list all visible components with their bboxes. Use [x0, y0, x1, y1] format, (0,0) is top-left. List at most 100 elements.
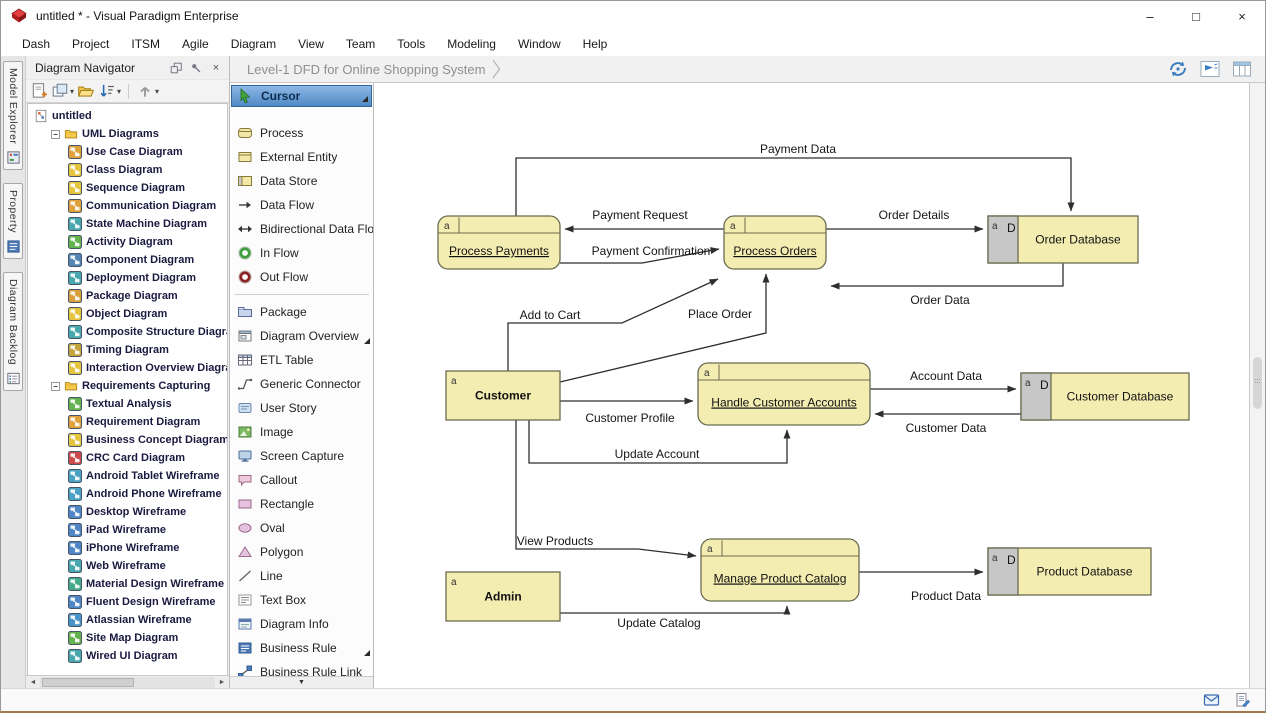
- menu-agile[interactable]: Agile: [171, 33, 220, 55]
- tree-item-ipad-wireframe[interactable]: iPad Wireframe: [28, 521, 227, 539]
- flow-payment-confirmation[interactable]: Payment Confirmation: [560, 244, 719, 263]
- tree-item-state-machine-diagram[interactable]: State Machine Diagram: [28, 215, 227, 233]
- flow-customer-data[interactable]: Customer Data: [875, 414, 1021, 435]
- tree-item-timing-diagram[interactable]: Timing Diagram: [28, 341, 227, 359]
- side-tab-property[interactable]: Property: [3, 183, 23, 259]
- hscroll-track[interactable]: [40, 677, 215, 688]
- datastore-order-database[interactable]: aDOrder Database: [988, 216, 1138, 263]
- palette-item-text-box[interactable]: Text Box: [230, 588, 373, 612]
- new-window-button[interactable]: [51, 82, 69, 100]
- tree-item-crc-card-diagram[interactable]: CRC Card Diagram: [28, 449, 227, 467]
- menu-project[interactable]: Project: [61, 33, 120, 55]
- new-diagram-button[interactable]: [30, 82, 48, 100]
- tree-item-class-diagram[interactable]: Class Diagram: [28, 161, 227, 179]
- flow-view-products[interactable]: View Products: [516, 420, 696, 556]
- tree-item-atlassian-wireframe[interactable]: Atlassian Wireframe: [28, 611, 227, 629]
- tree-item-iphone-wireframe[interactable]: iPhone Wireframe: [28, 539, 227, 557]
- vscroll-thumb[interactable]: [1253, 357, 1262, 409]
- tree-item-untitled[interactable]: untitled: [28, 107, 227, 125]
- process-process-payments[interactable]: aProcess Payments: [438, 216, 560, 269]
- palette-scroll-down[interactable]: ▼: [230, 676, 373, 688]
- layout-icon[interactable]: [1231, 58, 1253, 80]
- flow-customer-profile[interactable]: Customer Profile: [560, 401, 693, 425]
- tree-item-business-concept-diagram[interactable]: Business Concept Diagram: [28, 431, 227, 449]
- palette-item-data-store[interactable]: Data Store: [230, 169, 373, 193]
- tree-item-activity-diagram[interactable]: Activity Diagram: [28, 233, 227, 251]
- tree-item-package-diagram[interactable]: Package Diagram: [28, 287, 227, 305]
- tree-item-communication-diagram[interactable]: Communication Diagram: [28, 197, 227, 215]
- minimize-button[interactable]: –: [1127, 1, 1173, 31]
- tree-item-requirements-capturing[interactable]: −Requirements Capturing: [28, 377, 227, 395]
- float-icon[interactable]: [169, 61, 183, 75]
- navigator-hscrollbar[interactable]: ◄►: [26, 675, 229, 688]
- flow-payment-request[interactable]: Payment Request: [565, 208, 724, 229]
- tree-item-object-diagram[interactable]: Object Diagram: [28, 305, 227, 323]
- tree-item-sequence-diagram[interactable]: Sequence Diagram: [28, 179, 227, 197]
- palette-item-oval[interactable]: Oval: [230, 516, 373, 540]
- tree-item-composite-structure-diagram[interactable]: Composite Structure Diagram: [28, 323, 227, 341]
- tree-item-site-map-diagram[interactable]: Site Map Diagram: [28, 629, 227, 647]
- mail-icon[interactable]: [1203, 692, 1220, 708]
- palette-item-package[interactable]: Package: [230, 300, 373, 324]
- tree-item-use-case-diagram[interactable]: Use Case Diagram: [28, 143, 227, 161]
- flow-update-account[interactable]: Update Account: [529, 420, 787, 463]
- scroll-right-icon[interactable]: ►: [216, 679, 228, 686]
- flow-order-details[interactable]: Order Details: [826, 208, 983, 229]
- flow-add-to-cart[interactable]: Add to Cart: [508, 279, 718, 371]
- hscroll-thumb[interactable]: [42, 678, 134, 687]
- open-folder-button[interactable]: [77, 82, 95, 100]
- palette-item-bidirectional-data-flow[interactable]: Bidirectional Data Flow: [230, 217, 373, 241]
- datastore-product-database[interactable]: aDProduct Database: [988, 548, 1151, 595]
- palette-item-diagram-info[interactable]: Diagram Info: [230, 612, 373, 636]
- palette-item-screen-capture[interactable]: Screen Capture: [230, 444, 373, 468]
- process-process-orders[interactable]: aProcess Orders: [724, 216, 826, 269]
- process-handle-customer-accounts[interactable]: aHandle Customer Accounts: [698, 363, 870, 425]
- palette-item-business-rule[interactable]: Business Rule: [230, 636, 373, 660]
- palette-item-in-flow[interactable]: In Flow: [230, 241, 373, 265]
- tree-item-textual-analysis[interactable]: Textual Analysis: [28, 395, 227, 413]
- process-manage-product-catalog[interactable]: aManage Product Catalog: [701, 539, 859, 601]
- menu-help[interactable]: Help: [572, 33, 619, 55]
- scroll-left-icon[interactable]: ◄: [27, 679, 39, 686]
- expander-icon[interactable]: −: [51, 382, 60, 391]
- tree-item-interaction-overview-diagram[interactable]: Interaction Overview Diagram: [28, 359, 227, 377]
- close-icon[interactable]: ×: [209, 61, 223, 75]
- flow-product-data[interactable]: Product Data: [859, 572, 983, 603]
- news-icon[interactable]: [1199, 58, 1221, 80]
- sort-caret-icon[interactable]: ▾: [117, 87, 121, 96]
- menu-team[interactable]: Team: [335, 33, 386, 55]
- tree-item-desktop-wireframe[interactable]: Desktop Wireframe: [28, 503, 227, 521]
- entity-admin[interactable]: aAdmin: [446, 572, 560, 621]
- flow-update-catalog[interactable]: Update Catalog: [560, 606, 787, 630]
- tree-item-android-tablet-wireframe[interactable]: Android Tablet Wireframe: [28, 467, 227, 485]
- tree-item-uml-diagrams[interactable]: −UML Diagrams: [28, 125, 227, 143]
- palette-item-cursor[interactable]: Cursor: [231, 85, 372, 107]
- palette-item-user-story[interactable]: User Story: [230, 396, 373, 420]
- expander-icon[interactable]: −: [51, 130, 60, 139]
- palette-item-diagram-overview[interactable]: Diagram Overview: [230, 324, 373, 348]
- palette-item-image[interactable]: Image: [230, 420, 373, 444]
- palette-item-data-flow[interactable]: Data Flow: [230, 193, 373, 217]
- flow-order-data[interactable]: Order Data: [831, 263, 1063, 307]
- palette-item-external-entity[interactable]: External Entity: [230, 145, 373, 169]
- entity-customer[interactable]: aCustomer: [446, 371, 560, 420]
- pin-icon[interactable]: [189, 61, 203, 75]
- tree-item-fluent-design-wireframe[interactable]: Fluent Design Wireframe: [28, 593, 227, 611]
- palette-item-callout[interactable]: Callout: [230, 468, 373, 492]
- flow-account-data[interactable]: Account Data: [870, 369, 1016, 389]
- tree-item-android-phone-wireframe[interactable]: Android Phone Wireframe: [28, 485, 227, 503]
- maximize-button[interactable]: □: [1173, 1, 1219, 31]
- tree-item-deployment-diagram[interactable]: Deployment Diagram: [28, 269, 227, 287]
- palette-item-generic-connector[interactable]: Generic Connector: [230, 372, 373, 396]
- flow-payment-data[interactable]: Payment Data: [516, 142, 1071, 216]
- menu-dash[interactable]: Dash: [11, 33, 61, 55]
- menu-tools[interactable]: Tools: [386, 33, 436, 55]
- side-tab-model-explorer[interactable]: Model Explorer: [3, 61, 23, 170]
- new-window-caret-icon[interactable]: ▾: [70, 87, 74, 96]
- close-button[interactable]: ×: [1219, 1, 1265, 31]
- tree-item-web-wireframe[interactable]: Web Wireframe: [28, 557, 227, 575]
- diagram-canvas[interactable]: Payment DataPayment Request Payment Confi…: [374, 83, 1249, 688]
- datastore-customer-database[interactable]: aDCustomer Database: [1021, 373, 1189, 420]
- tree-item-wired-ui-diagram[interactable]: Wired UI Diagram: [28, 647, 227, 665]
- menu-itsm[interactable]: ITSM: [120, 33, 171, 55]
